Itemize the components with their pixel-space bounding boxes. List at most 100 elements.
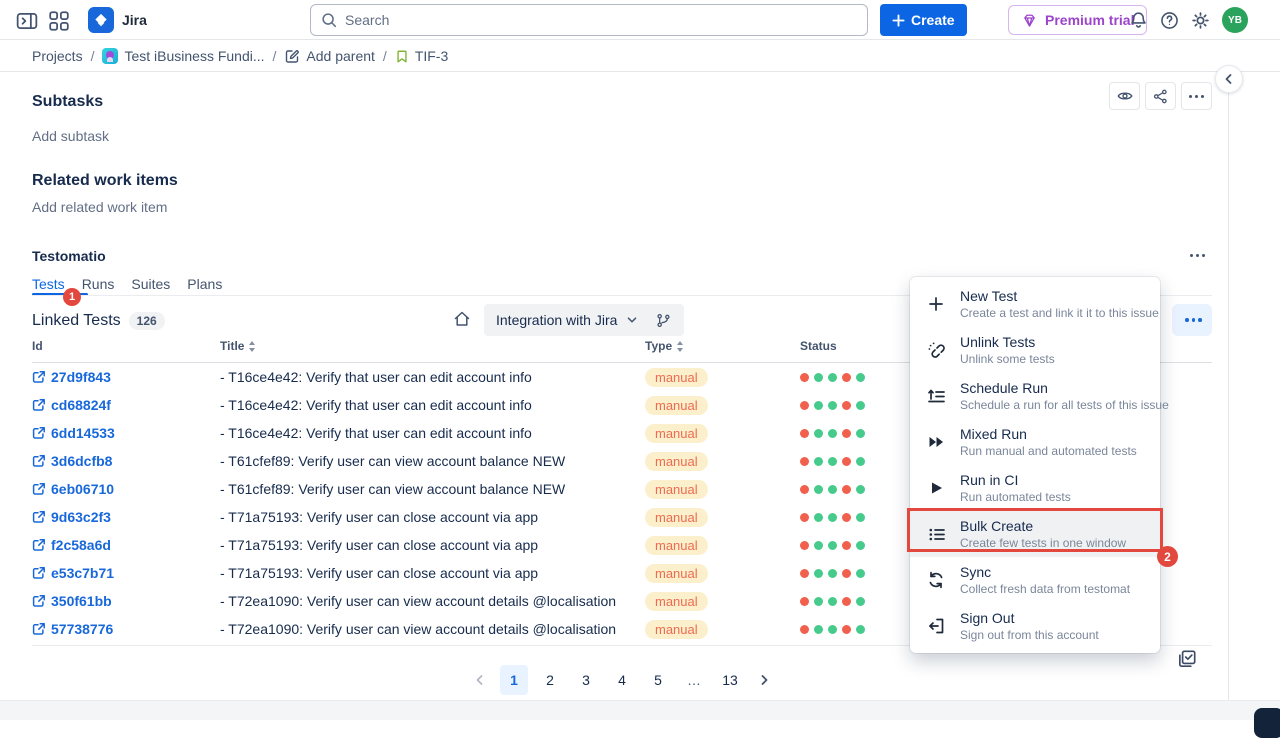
status-dot-fail — [842, 625, 851, 634]
breadcrumb-project[interactable]: Test iBusiness Fundi... — [102, 48, 264, 64]
column-header-id[interactable]: Id — [32, 339, 43, 353]
external-link-icon — [32, 538, 46, 552]
issue-more-button[interactable] — [1181, 82, 1212, 110]
breadcrumb-issue-key[interactable]: TIF-3 — [395, 48, 448, 64]
test-id-link[interactable]: 9d63c2f3 — [32, 503, 111, 531]
type-badge: manual — [645, 396, 708, 415]
external-link-icon — [32, 566, 46, 580]
expand-right-panel-button[interactable] — [1215, 65, 1243, 93]
chat-widget-corner[interactable] — [1254, 708, 1280, 738]
add-related-work-item-button[interactable]: Add related work item — [32, 199, 167, 215]
fast-forward-icon — [924, 432, 948, 452]
test-id-link[interactable]: f2c58a6d — [32, 531, 111, 559]
user-avatar[interactable]: YB — [1222, 7, 1248, 33]
project-dropdown[interactable]: Integration with Jira — [484, 304, 684, 336]
settings-gear-icon[interactable] — [1190, 10, 1212, 32]
status-dot-pass — [828, 569, 837, 578]
menu-item-new-test[interactable]: New TestCreate a test and link it it to … — [910, 281, 1160, 327]
menu-item-title: Mixed Run — [960, 426, 1137, 442]
test-id-link[interactable]: 350f61bb — [32, 587, 112, 615]
multi-select-button[interactable] — [1176, 648, 1198, 670]
menu-item-title: New Test — [960, 288, 1146, 304]
branch-icon[interactable] — [655, 312, 672, 329]
pagination-next-button[interactable] — [752, 665, 776, 695]
status-dot-fail — [800, 597, 809, 606]
test-title: - T61cfef89: Verify user can view accoun… — [220, 447, 565, 475]
status-dot-pass — [828, 457, 837, 466]
notifications-bell-icon[interactable] — [1128, 10, 1150, 32]
status-dot-fail — [842, 457, 851, 466]
pagination-page-2[interactable]: 2 — [536, 665, 564, 695]
menu-item-subtitle: Unlink some tests — [960, 352, 1055, 366]
breadcrumb-project-label: Test iBusiness Fundi... — [124, 48, 264, 64]
type-badge: manual — [645, 480, 708, 499]
pagination-page-1[interactable]: 1 — [500, 665, 528, 695]
testomatio-more-button[interactable] — [1186, 250, 1209, 261]
linked-tests-title: Linked Tests — [32, 312, 121, 330]
external-link-icon — [32, 370, 46, 384]
expand-sidebar-icon[interactable] — [16, 10, 38, 32]
testomatio-heading: Testomatio — [32, 248, 106, 264]
tab-runs[interactable]: Runs — [82, 276, 115, 300]
testomatio-tabs: Tests Runs Suites Plans — [32, 276, 222, 300]
tab-plans[interactable]: Plans — [187, 276, 222, 300]
menu-item-sign-out[interactable]: Sign OutSign out from this account — [910, 603, 1160, 649]
status-dot-pass — [814, 485, 823, 494]
test-id-link[interactable]: 6eb06710 — [32, 475, 114, 503]
status-dot-pass — [828, 485, 837, 494]
tab-tests[interactable]: Tests — [32, 276, 65, 300]
menu-item-bulk-create[interactable]: Bulk CreateCreate few tests in one windo… — [910, 511, 1160, 557]
menu-item-title: Sign Out — [960, 610, 1099, 626]
status-dots — [800, 559, 865, 587]
test-title: - T61cfef89: Verify user can view accoun… — [220, 475, 565, 503]
test-title: - T71a75193: Verify user can close accou… — [220, 559, 538, 587]
test-id-link[interactable]: cd68824f — [32, 391, 111, 419]
column-header-type[interactable]: Type — [645, 339, 684, 353]
test-id-link[interactable]: 3d6dcfb8 — [32, 447, 112, 475]
plus-icon — [892, 14, 905, 27]
pagination-page-5[interactable]: 5 — [644, 665, 672, 695]
home-button[interactable] — [452, 309, 476, 333]
menu-item-title: Bulk Create — [960, 518, 1126, 534]
menu-item-mixed-run[interactable]: Mixed RunRun manual and automated tests — [910, 419, 1160, 465]
test-id-link[interactable]: e53c7b71 — [32, 559, 114, 587]
sort-arrows-icon — [676, 341, 684, 352]
column-header-status: Status — [800, 339, 837, 353]
jira-logo-icon[interactable] — [88, 7, 114, 33]
menu-item-sync[interactable]: SyncCollect fresh data from testomat — [910, 557, 1160, 603]
annotation-step-1-badge: 1 — [63, 288, 81, 306]
test-id-link[interactable]: 6dd14533 — [32, 419, 115, 447]
type-badge: manual — [645, 536, 708, 555]
add-subtask-button[interactable]: Add subtask — [32, 128, 109, 144]
test-id-link[interactable]: 27d9f843 — [32, 363, 111, 391]
status-dot-fail — [800, 457, 809, 466]
menu-item-schedule-run[interactable]: Schedule RunSchedule a run for all tests… — [910, 373, 1160, 419]
search-input[interactable] — [310, 4, 868, 36]
menu-item-unlink-tests[interactable]: Unlink TestsUnlink some tests — [910, 327, 1160, 373]
breadcrumb-projects[interactable]: Projects — [32, 48, 83, 64]
premium-trial-button[interactable]: Premium trial — [1008, 5, 1147, 35]
pagination-page-13[interactable]: 13 — [716, 665, 744, 695]
linked-tests-more-button[interactable] — [1172, 304, 1212, 336]
pagination-ellipsis: … — [680, 665, 708, 695]
add-parent-button[interactable]: Add parent — [284, 48, 375, 64]
pagination-page-4[interactable]: 4 — [608, 665, 636, 695]
share-button[interactable] — [1145, 82, 1176, 110]
menu-item-run-in-ci[interactable]: Run in CIRun automated tests — [910, 465, 1160, 511]
status-dot-pass — [856, 429, 865, 438]
type-badge: manual — [645, 424, 708, 443]
help-icon[interactable] — [1159, 10, 1181, 32]
status-dot-pass — [828, 429, 837, 438]
pagination-page-3[interactable]: 3 — [572, 665, 600, 695]
status-dot-pass — [856, 513, 865, 522]
tab-suites[interactable]: Suites — [131, 276, 170, 300]
related-work-items-heading: Related work items — [32, 172, 178, 190]
pagination-prev-button[interactable] — [468, 665, 492, 695]
column-header-title[interactable]: Title — [220, 339, 256, 353]
watch-eye-button[interactable] — [1109, 82, 1140, 110]
create-button[interactable]: Create — [880, 4, 967, 36]
status-dot-pass — [856, 485, 865, 494]
app-switcher-icon[interactable] — [48, 10, 70, 32]
test-title: - T72ea1090: Verify user can view accoun… — [220, 615, 616, 643]
test-id-link[interactable]: 57738776 — [32, 615, 113, 643]
